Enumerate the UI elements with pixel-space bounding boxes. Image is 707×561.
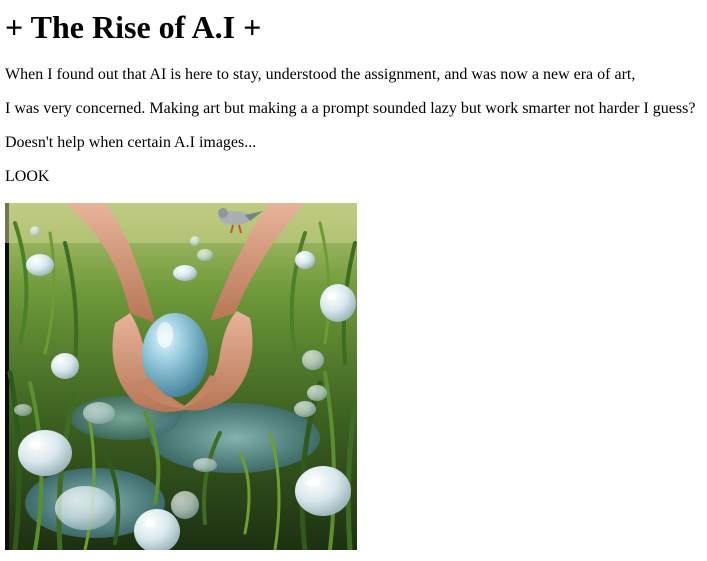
paragraph-1: When I found out that AI is here to stay… <box>5 66 636 83</box>
page-title: + The Rise of A.I + <box>5 9 262 45</box>
ai-art-image <box>5 203 357 550</box>
paragraph-2: I was very concerned. Making art but mak… <box>5 100 696 117</box>
paragraph-3: Doesn't help when certain A.I images... <box>5 134 257 151</box>
paragraph-4: LOOK <box>5 168 50 185</box>
